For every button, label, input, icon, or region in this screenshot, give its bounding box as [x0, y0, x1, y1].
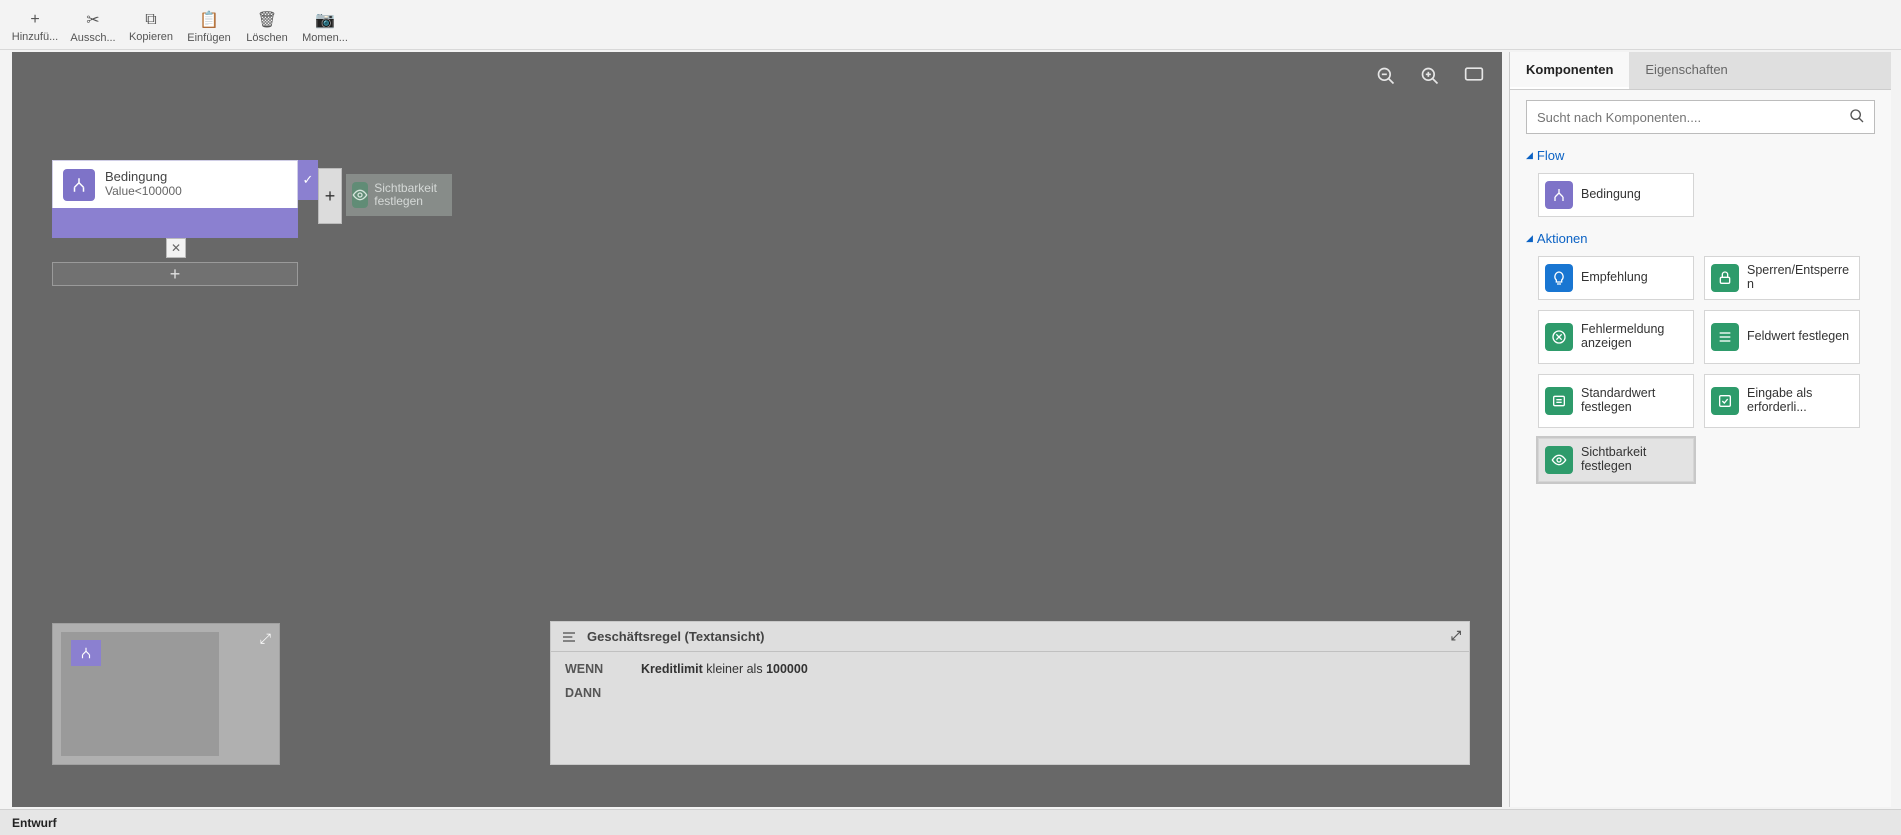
condition-expression: Value<100000 [105, 184, 182, 198]
search-icon[interactable] [1849, 108, 1865, 124]
minimap-node-icon [71, 640, 101, 666]
tile-label: Feldwert festlegen [1747, 330, 1849, 344]
tile-label: Sperren/Entsperren [1747, 264, 1853, 292]
search-wrapper [1526, 100, 1875, 134]
condition-icon [1545, 181, 1573, 209]
tile-setvalue[interactable]: Feldwert festlegen [1704, 310, 1860, 364]
section-flow-header[interactable]: Flow [1526, 148, 1875, 163]
visibility-icon [352, 182, 368, 208]
search-input[interactable] [1526, 100, 1875, 134]
tile-label: Standardwert festlegen [1581, 387, 1687, 415]
paste-button[interactable]: 📋 Einfügen [180, 4, 238, 49]
visibility-icon [1545, 446, 1573, 474]
side-panel: Komponenten Eigenschaften Flow Bedingung [1509, 52, 1891, 807]
add-east-button[interactable]: + [318, 168, 342, 224]
default-icon [1545, 387, 1573, 415]
tile-label: Bedingung [1581, 188, 1641, 202]
textview-body: WENN Kreditlimit kleiner als 100000 DANN [551, 652, 1469, 720]
zoom-out-icon[interactable] [1376, 66, 1396, 86]
minimap-viewport [61, 632, 219, 756]
snapshot-button[interactable]: 📷 Momen... [296, 4, 354, 49]
delete-label: Löschen [246, 32, 288, 44]
status-text: Entwurf [12, 816, 57, 830]
required-icon [1711, 387, 1739, 415]
cut-label: Aussch... [70, 32, 115, 44]
scissors-icon: ✂ [86, 10, 99, 30]
tile-visibility[interactable]: Sichtbarkeit festlegen [1538, 438, 1694, 482]
tile-required[interactable]: Eingabe als erforderli... [1704, 374, 1860, 428]
condition-false-handle[interactable]: ✕ [166, 238, 186, 258]
canvas[interactable]: Bedingung Value<100000 ✓ + Sichtbarkeit … [12, 52, 1502, 807]
textview-expand-icon[interactable]: ⤢ [1451, 628, 1461, 644]
snapshot-label: Momen... [302, 32, 348, 44]
tile-label: Sichtbarkeit festlegen [1581, 446, 1687, 474]
condition-node[interactable]: Bedingung Value<100000 [52, 160, 298, 210]
action-node[interactable]: Sichtbarkeit festlegen [346, 174, 452, 216]
tile-default[interactable]: Standardwert festlegen [1538, 374, 1694, 428]
tab-components[interactable]: Komponenten [1510, 52, 1629, 89]
add-label: Hinzufü... [12, 31, 58, 43]
textview-condition: Kreditlimit kleiner als 100000 [641, 662, 808, 676]
condition-title: Bedingung [105, 169, 182, 184]
side-body: Flow Bedingung Aktionen Empfehlung [1510, 90, 1891, 807]
tile-label: Empfehlung [1581, 271, 1648, 285]
list-icon [1711, 323, 1739, 351]
camera-icon: 📷 [315, 10, 335, 30]
copy-label: Kopieren [129, 31, 173, 43]
copy-icon: ⧉ [145, 11, 156, 29]
condition-icon [63, 169, 95, 201]
section-actions-header[interactable]: Aktionen [1526, 231, 1875, 246]
flow-tiles: Bedingung [1526, 173, 1875, 217]
side-tabs: Komponenten Eigenschaften [1510, 52, 1891, 90]
tile-label: Fehlermeldung anzeigen [1581, 323, 1687, 351]
tile-error[interactable]: Fehlermeldung anzeigen [1538, 310, 1694, 364]
action-label: Sichtbarkeit festlegen [374, 182, 446, 208]
add-button[interactable]: + Hinzufü... [6, 4, 64, 49]
fit-screen-icon[interactable] [1464, 66, 1484, 86]
lightbulb-icon [1545, 264, 1573, 292]
textview-panel: Geschäftsregel (Textansicht) ⤢ WENN Kred… [550, 621, 1470, 765]
paste-label: Einfügen [187, 32, 230, 44]
condition-text: Bedingung Value<100000 [105, 169, 182, 198]
tile-lock[interactable]: Sperren/Entsperren [1704, 256, 1860, 300]
action-tiles: Empfehlung Sperren/Entsperren Fehlermeld… [1526, 256, 1875, 482]
copy-button[interactable]: ⧉ Kopieren [122, 4, 180, 49]
cut-button[interactable]: ✂ Aussch... [64, 4, 122, 49]
plus-icon: + [30, 11, 39, 29]
flow-root: Bedingung Value<100000 [52, 160, 298, 210]
textview-when: WENN [565, 662, 611, 676]
textview-header: Geschäftsregel (Textansicht) ⤢ [551, 622, 1469, 652]
zoom-in-icon[interactable] [1420, 66, 1440, 86]
condition-false-branch[interactable] [52, 208, 298, 238]
main-area: Bedingung Value<100000 ✓ + Sichtbarkeit … [0, 50, 1901, 809]
toolbar: + Hinzufü... ✂ Aussch... ⧉ Kopieren 📋 Ei… [0, 0, 1901, 50]
trash-icon: 🗑 [257, 10, 277, 30]
tab-properties[interactable]: Eigenschaften [1629, 52, 1743, 89]
minimap[interactable]: ⤢ [52, 623, 280, 765]
tile-recommendation[interactable]: Empfehlung [1538, 256, 1694, 300]
paste-icon: 📋 [199, 10, 219, 30]
lock-icon [1711, 264, 1739, 292]
delete-button[interactable]: 🗑 Löschen [238, 4, 296, 49]
minimap-expand-icon[interactable]: ⤢ [260, 630, 271, 647]
add-south-button[interactable]: + [52, 262, 298, 286]
tile-condition[interactable]: Bedingung [1538, 173, 1694, 217]
status-bar: Entwurf [0, 809, 1901, 835]
error-icon [1545, 323, 1573, 351]
textview-title: Geschäftsregel (Textansicht) [587, 629, 764, 644]
canvas-tools [1376, 66, 1484, 86]
tile-label: Eingabe als erforderli... [1747, 387, 1853, 415]
textview-icon [561, 630, 577, 644]
textview-then: DANN [565, 686, 611, 700]
condition-true-handle[interactable]: ✓ [298, 160, 318, 200]
